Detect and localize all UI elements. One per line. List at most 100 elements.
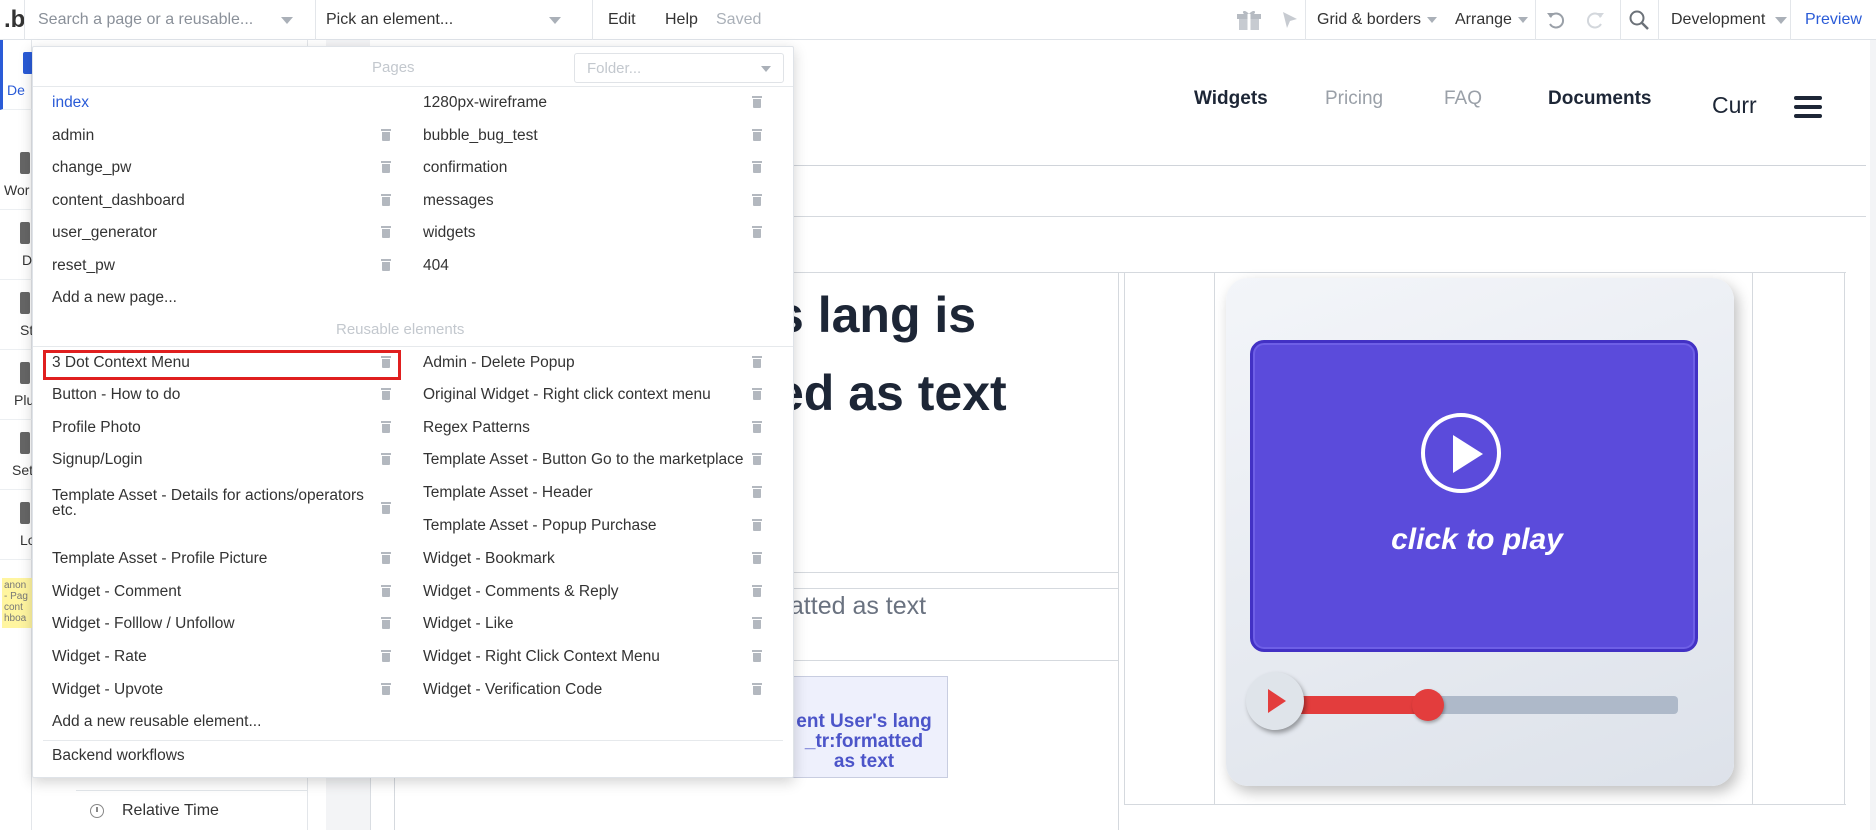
page-item[interactable]: 404 <box>423 251 449 281</box>
sidebar-item-plugins[interactable]: Plu <box>0 350 34 420</box>
video-player-widget[interactable]: click to play <box>1226 278 1734 786</box>
nav-pricing[interactable]: Pricing <box>1325 88 1383 110</box>
reusable-item[interactable]: Template Asset - Popup Purchase <box>423 511 657 541</box>
page-item[interactable]: change_pw <box>52 153 131 183</box>
sidebar-item-design[interactable]: De <box>0 40 33 110</box>
small-play-button[interactable] <box>1246 672 1304 730</box>
sidebar-item-settings[interactable]: Set <box>0 420 33 490</box>
add-reusable-link[interactable]: Add a new reusable element... <box>52 707 261 737</box>
reusable-item[interactable]: Original Widget - Right click context me… <box>423 380 711 410</box>
trash-icon[interactable] <box>381 617 391 629</box>
page-item[interactable]: widgets <box>423 218 476 248</box>
reusable-item[interactable]: Template Asset - Details for actions/ope… <box>52 488 382 522</box>
arrange-menu[interactable]: Arrange <box>1455 0 1528 40</box>
video-screen[interactable]: click to play <box>1250 340 1698 652</box>
redo-icon[interactable] <box>1584 0 1606 40</box>
element-picker[interactable]: Pick an element... <box>326 0 586 40</box>
video-progress-bar[interactable] <box>1274 689 1678 721</box>
trash-icon[interactable] <box>381 552 391 564</box>
trash-icon[interactable] <box>752 388 762 400</box>
page-item[interactable]: reset_pw <box>52 251 115 281</box>
trash-icon[interactable] <box>381 502 391 514</box>
trash-icon[interactable] <box>381 650 391 662</box>
trash-icon[interactable] <box>381 388 391 400</box>
environment-select[interactable]: Development <box>1671 0 1788 40</box>
trash-icon[interactable] <box>381 226 391 239</box>
reusable-item[interactable]: Button - How to do <box>52 380 180 410</box>
trash-icon[interactable] <box>381 161 391 174</box>
reusable-item[interactable]: Widget - Comment <box>52 577 181 607</box>
nav-widgets[interactable]: Widgets <box>1194 88 1268 110</box>
search-icon[interactable] <box>1628 0 1650 40</box>
reusable-item[interactable]: Widget - Rate <box>52 642 147 672</box>
reusable-item[interactable]: Regex Patterns <box>423 413 530 443</box>
trash-icon[interactable] <box>752 486 762 498</box>
trash-icon[interactable] <box>752 161 762 174</box>
page-item[interactable]: admin <box>52 121 94 151</box>
nav-currency[interactable]: Curr <box>1712 92 1757 119</box>
sidebar-item-workflow[interactable]: Wor <box>0 140 32 210</box>
folder-select[interactable]: Folder... <box>574 53 784 83</box>
page-item[interactable]: index <box>52 88 89 118</box>
sidebar-item-styles[interactable]: St <box>0 280 33 350</box>
sidebar-item-logs[interactable]: Lo <box>0 490 36 560</box>
add-page-link[interactable]: Add a new page... <box>52 283 177 313</box>
sidebar-item-data[interactable]: D <box>0 210 32 280</box>
grid-borders-menu[interactable]: Grid & borders <box>1317 0 1438 40</box>
trash-icon[interactable] <box>752 128 762 141</box>
trash-icon[interactable] <box>752 96 762 108</box>
reusable-item[interactable]: Widget - Folllow / Unfollow <box>52 609 235 639</box>
gift-icon[interactable] <box>1237 0 1261 40</box>
page-item[interactable]: bubble_bug_test <box>423 121 538 151</box>
page-item[interactable]: user_generator <box>52 218 157 248</box>
trash-icon[interactable] <box>381 356 391 368</box>
reusable-item[interactable]: 3 Dot Context Menu <box>52 348 190 378</box>
reusable-item[interactable]: Template Asset - Profile Picture <box>52 544 267 574</box>
trash-icon[interactable] <box>381 259 391 271</box>
reusable-item[interactable]: Admin - Delete Popup <box>423 348 575 378</box>
trash-icon[interactable] <box>752 356 762 368</box>
reusable-item[interactable]: Widget - Comments & Reply <box>423 577 619 607</box>
undo-icon[interactable] <box>1545 0 1567 40</box>
bubble-logo[interactable]: .b <box>4 0 25 40</box>
trash-icon[interactable] <box>752 421 762 433</box>
reusable-item[interactable]: Profile Photo <box>52 413 141 443</box>
reusable-item[interactable]: Widget - Like <box>423 609 513 639</box>
trash-icon[interactable] <box>752 650 762 662</box>
trash-icon[interactable] <box>381 585 391 597</box>
trash-icon[interactable] <box>752 193 762 206</box>
page-item[interactable]: content_dashboard <box>52 186 185 216</box>
nav-documents[interactable]: Documents <box>1548 88 1651 110</box>
reusable-item[interactable]: Template Asset - Button Go to the market… <box>423 445 744 475</box>
trash-icon[interactable] <box>752 552 762 564</box>
help-menu[interactable]: Help <box>665 0 698 40</box>
backend-workflows-link[interactable]: Backend workflows <box>52 741 185 771</box>
cursor-icon[interactable] <box>1280 0 1300 40</box>
page-item[interactable]: 1280px-wireframe <box>423 88 547 118</box>
page-item[interactable]: messages <box>423 186 494 216</box>
page-item[interactable]: confirmation <box>423 153 507 183</box>
page-search-input[interactable]: Search a page or a reusable... <box>38 0 308 40</box>
trash-icon[interactable] <box>752 585 762 597</box>
reusable-item[interactable]: Widget - Right Click Context Menu <box>423 642 660 672</box>
trash-icon[interactable] <box>752 519 762 531</box>
reusable-item[interactable]: Signup/Login <box>52 445 143 475</box>
element-relative-time[interactable]: Relative Time <box>76 790 308 830</box>
trash-icon[interactable] <box>752 453 762 465</box>
trash-icon[interactable] <box>752 683 762 695</box>
edit-menu[interactable]: Edit <box>608 0 636 40</box>
reusable-item[interactable]: Template Asset - Header <box>423 478 593 508</box>
reusable-item[interactable]: Widget - Bookmark <box>423 544 555 574</box>
reusable-item[interactable]: Widget - Upvote <box>52 675 163 705</box>
video-progress-handle[interactable] <box>1411 689 1444 721</box>
trash-icon[interactable] <box>381 683 391 695</box>
nav-faq[interactable]: FAQ <box>1444 88 1482 110</box>
hamburger-menu-icon[interactable] <box>1794 96 1822 118</box>
play-icon[interactable] <box>1421 413 1501 493</box>
trash-icon[interactable] <box>381 128 391 141</box>
reusable-item[interactable]: Widget - Verification Code <box>423 675 602 705</box>
trash-icon[interactable] <box>381 193 391 206</box>
trash-icon[interactable] <box>381 421 391 433</box>
trash-icon[interactable] <box>752 617 762 629</box>
trash-icon[interactable] <box>381 453 391 465</box>
